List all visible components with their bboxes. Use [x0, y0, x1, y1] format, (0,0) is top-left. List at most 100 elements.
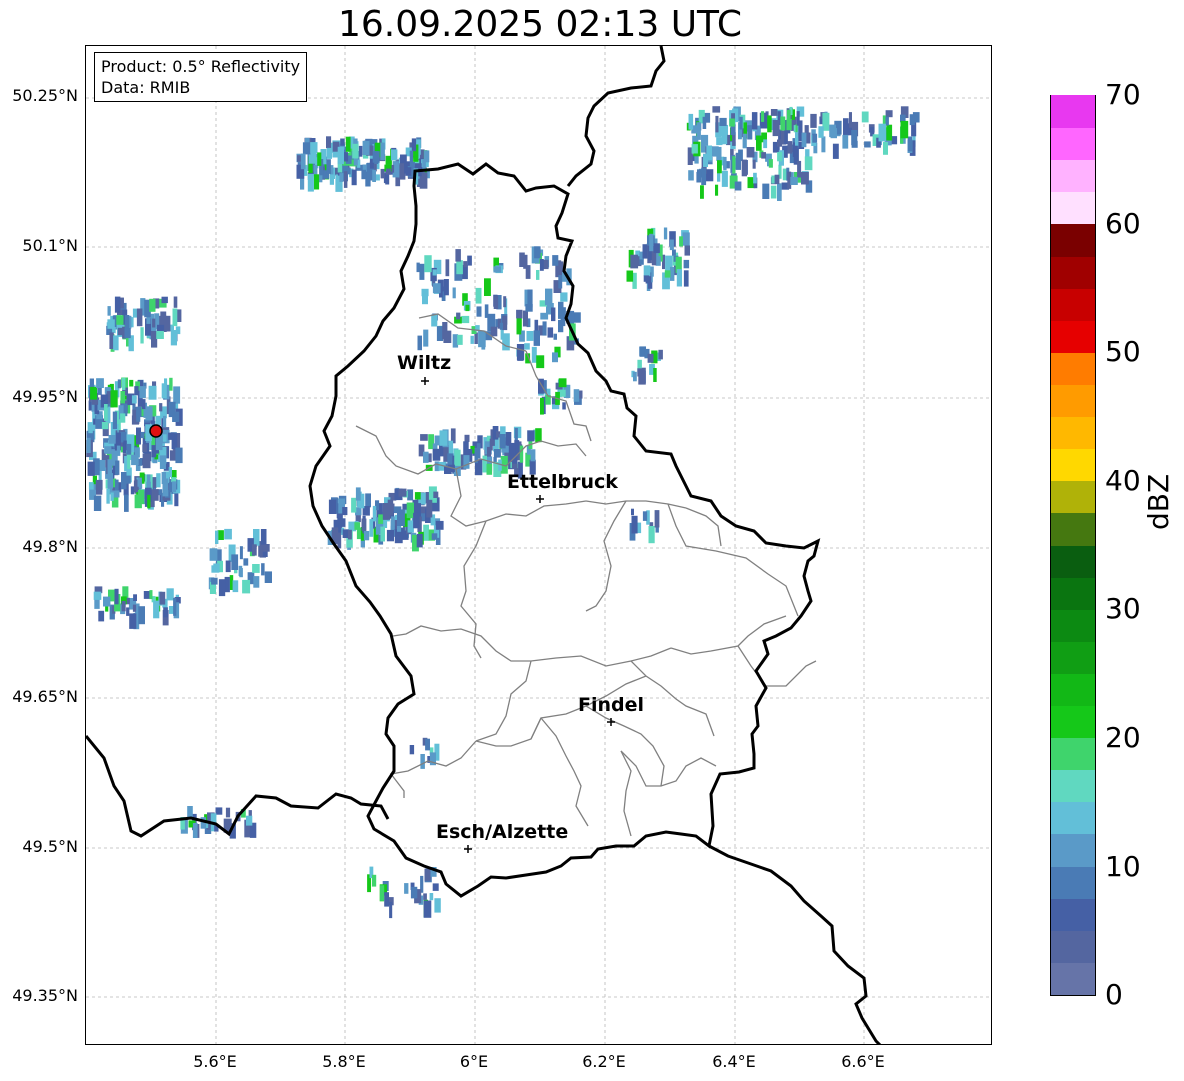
colorbar-segment: [1051, 159, 1095, 193]
echo-pixel: [545, 288, 553, 306]
lon-tick: 5.6°E: [193, 1052, 237, 1071]
echo-pixel: [431, 314, 438, 327]
echo-pixel: [519, 445, 524, 463]
echo-pixel: [140, 431, 145, 439]
map-canvas[interactable]: [86, 46, 992, 1045]
echo-pixel: [172, 411, 180, 422]
echo-pixel: [143, 591, 150, 599]
echo-pixel: [885, 116, 889, 126]
echo-pixel: [149, 298, 156, 312]
echo-pixel: [525, 304, 533, 312]
echo-pixel: [164, 315, 171, 332]
echo-pixel: [558, 319, 564, 333]
echo-pixel: [302, 142, 311, 155]
echo-pixel: [149, 590, 153, 600]
echo-pixel: [762, 183, 770, 199]
echo-pixel: [703, 153, 708, 167]
echo-pixel: [159, 455, 166, 469]
echo-pixel: [424, 255, 432, 273]
echo-pixel: [411, 138, 417, 152]
echo-pixel: [465, 304, 470, 312]
echo-pixel: [123, 440, 127, 451]
echo-pixel: [372, 505, 377, 522]
echo-pixel: [261, 563, 265, 576]
colorbar-segment: [1051, 255, 1095, 289]
echo-pixel: [631, 515, 638, 534]
echo-pixel: [103, 596, 111, 607]
echo-pixel: [443, 279, 449, 296]
echo-pixel: [104, 404, 108, 421]
echo-pixel: [696, 171, 702, 183]
echo-pixel: [417, 335, 422, 351]
echo-pixel: [139, 386, 146, 399]
echo-pixel: [534, 246, 541, 259]
echo-pixel: [790, 176, 798, 185]
echo-pixel: [121, 472, 127, 490]
echo-pixel: [454, 449, 461, 466]
echo-pixel: [86, 437, 91, 453]
echo-pixel: [542, 321, 547, 336]
echo-pixel: [209, 548, 218, 561]
echo-pixel: [338, 522, 342, 533]
echo-pixel: [420, 434, 428, 441]
echo-pixel: [328, 499, 337, 514]
echo-pixel: [151, 445, 157, 458]
echo-pixel: [423, 893, 427, 900]
echo-pixel: [112, 411, 117, 429]
echo-pixel: [136, 409, 141, 422]
echo-pixel: [478, 330, 486, 348]
echo-pixel: [810, 113, 817, 128]
radar-map[interactable]: Product: 0.5° Reflectivity Data: RMIB Wi…: [85, 45, 992, 1045]
echo-pixel: [861, 111, 869, 123]
echo-pixel: [424, 150, 430, 163]
echo-pixel: [843, 118, 849, 136]
echo-pixel: [770, 185, 777, 199]
echo-pixel: [812, 133, 818, 143]
echo-pixel: [108, 435, 116, 444]
echo-pixel: [409, 150, 413, 163]
echo-pixel: [246, 815, 253, 826]
radar-site-marker[interactable]: [149, 424, 163, 438]
echo-pixel: [161, 383, 167, 399]
echo-pixel: [110, 492, 114, 501]
echo-pixel: [407, 520, 414, 533]
echo-pixel: [114, 588, 119, 605]
echo-pixel: [463, 455, 470, 469]
echo-pixel: [756, 135, 762, 151]
echo-pixel: [385, 155, 392, 165]
echo-pixel: [482, 455, 487, 473]
lat-tick: 49.5°N: [22, 837, 78, 856]
echo-pixel: [239, 546, 243, 560]
echo-pixel: [664, 270, 671, 278]
lat-tick: 49.8°N: [22, 537, 78, 556]
echo-pixel: [493, 295, 499, 309]
colorbar-tick: 50: [1105, 335, 1141, 368]
product-info-box: Product: 0.5° Reflectivity Data: RMIB: [94, 52, 308, 102]
echo-pixel: [365, 493, 371, 508]
echo-pixel: [499, 434, 506, 449]
echo-pixel: [398, 488, 407, 497]
echo-pixel: [721, 128, 728, 145]
echo-pixel: [909, 114, 915, 126]
echo-pixel: [456, 312, 461, 320]
echo-pixel: [232, 580, 239, 593]
echo-pixel: [547, 327, 554, 338]
echo-pixel: [445, 259, 450, 277]
echo-pixel: [721, 170, 728, 187]
echo-pixel: [131, 395, 137, 404]
echo-pixel: [777, 152, 783, 162]
echo-pixel: [536, 355, 545, 369]
echo-pixel: [456, 260, 463, 275]
echo-pixel: [676, 269, 682, 287]
echo-pixel: [525, 265, 531, 279]
echo-pixel: [519, 252, 525, 267]
echo-pixel: [93, 495, 102, 511]
echo-pixel: [342, 529, 349, 538]
echo-pixel: [95, 479, 103, 490]
echo-pixel: [371, 874, 377, 887]
echo-pixel: [431, 533, 438, 540]
echo-pixel: [470, 335, 474, 344]
colorbar-segment: [1051, 512, 1095, 546]
echo-pixel: [493, 449, 501, 458]
colorbar-segment: [1051, 384, 1095, 418]
